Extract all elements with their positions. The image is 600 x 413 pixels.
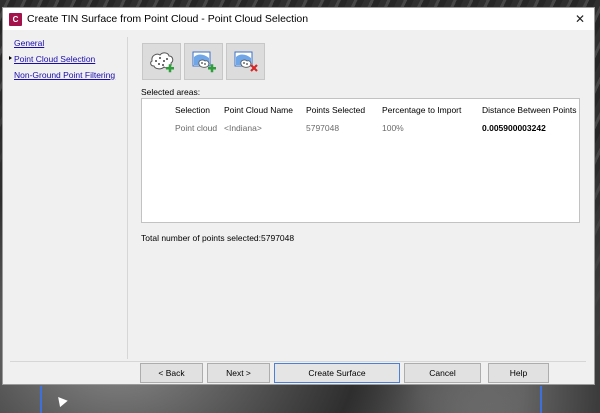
background-guide-line <box>540 386 542 413</box>
cancel-button[interactable]: Cancel <box>404 363 481 383</box>
add-point-cloud-button[interactable] <box>142 43 181 80</box>
column-header[interactable]: Points Selected <box>306 105 365 115</box>
table-cell: Point cloud <box>175 123 218 133</box>
total-points: Total number of points selected:5797048 <box>141 233 294 243</box>
selected-areas-table[interactable]: Selection Point Cloud Name Points Select… <box>141 98 580 223</box>
footer-divider <box>10 361 586 362</box>
table-cell: 100% <box>382 123 404 133</box>
remove-area-icon <box>234 51 258 72</box>
column-header[interactable]: Distance Between Points <box>482 105 577 115</box>
column-header[interactable]: Percentage to Import <box>382 105 461 115</box>
add-point-cloud-icon <box>149 51 174 72</box>
column-header[interactable]: Point Cloud Name <box>224 105 293 115</box>
nav-item-non-ground-filtering[interactable]: Non-Ground Point Filtering <box>10 69 127 85</box>
app-icon: C <box>9 12 22 26</box>
title-bar: C Create TIN Surface from Point Cloud - … <box>3 8 594 30</box>
add-area-button[interactable] <box>184 43 223 80</box>
help-button[interactable]: Help <box>488 363 549 383</box>
total-points-label: Total number of points selected: <box>141 233 262 243</box>
column-header[interactable]: Selection <box>175 105 210 115</box>
table-cell: <Indiana> <box>224 123 262 133</box>
dialog-window: C Create TIN Surface from Point Cloud - … <box>2 7 595 385</box>
window-title: Create TIN Surface from Point Cloud - Po… <box>27 13 309 25</box>
table-row[interactable]: Point cloud <Indiana> 5797048 100% 0.005… <box>142 123 579 137</box>
back-button[interactable]: < Back <box>140 363 203 383</box>
add-area-icon <box>192 51 216 72</box>
create-surface-button[interactable]: Create Surface <box>274 363 400 383</box>
next-button[interactable]: Next > <box>207 363 270 383</box>
total-points-value: 5797048 <box>261 233 295 243</box>
table-header: Selection Point Cloud Name Points Select… <box>142 105 579 119</box>
wizard-nav: General Point Cloud Selection Non-Ground… <box>9 37 128 359</box>
nav-item-point-cloud-selection[interactable]: Point Cloud Selection <box>9 53 127 69</box>
selected-areas-label: Selected areas: <box>141 87 201 97</box>
nav-item-general[interactable]: General <box>10 37 127 53</box>
close-icon[interactable]: ✕ <box>572 11 588 27</box>
table-cell[interactable]: 0.005900003242 <box>482 123 546 133</box>
table-cell: 5797048 <box>306 123 340 133</box>
selection-toolbar <box>142 43 265 80</box>
remove-area-button[interactable] <box>226 43 265 80</box>
background-guide-line <box>40 386 42 413</box>
dialog-footer: < Back Next > Create Surface Cancel Help <box>3 363 594 385</box>
